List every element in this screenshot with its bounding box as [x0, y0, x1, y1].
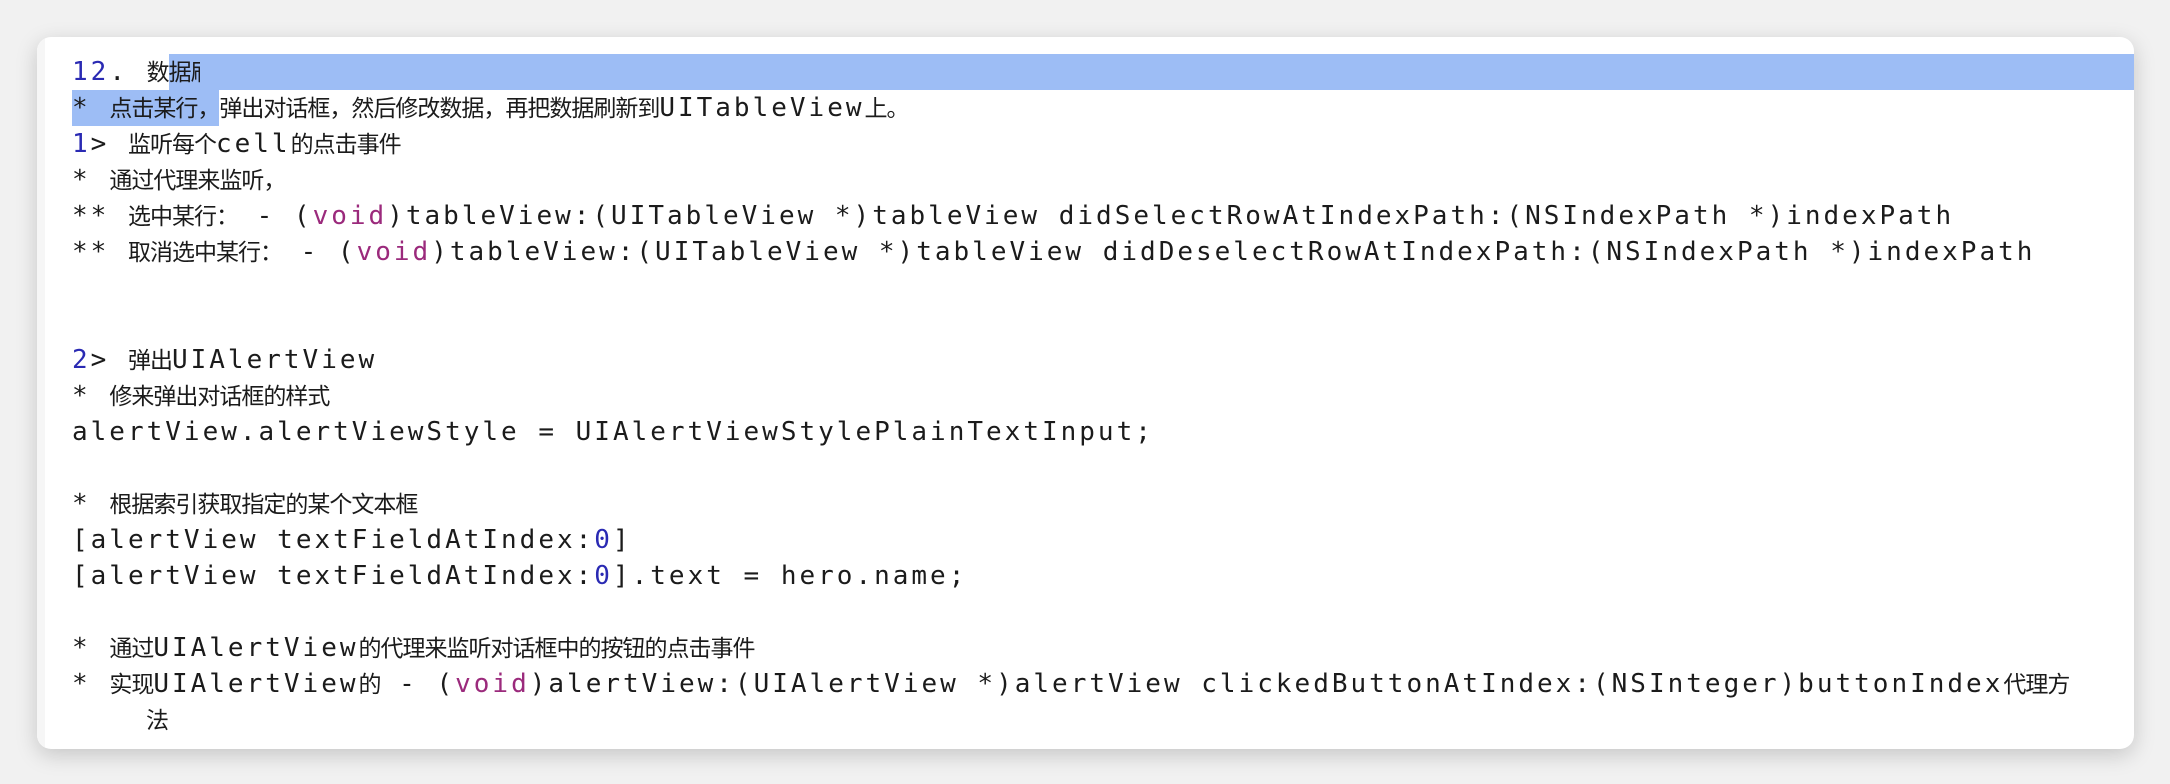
text-line[interactable]: ** 选中某行： - (void)tableView:(UITableView …	[72, 198, 2134, 234]
text-line[interactable]: * 通过代理来监听，	[72, 162, 2134, 198]
selection-highlight	[199, 54, 2134, 90]
blank-line[interactable]	[72, 270, 2134, 306]
text-token: ].text = hero.name;	[612, 561, 968, 591]
text-token: 弹出对话框，然后修改数据，再把数据刷新到UITableView上。	[219, 93, 909, 123]
text-line[interactable]: * 实现UIAlertView的 - (void)alertView:(UIAl…	[72, 666, 2134, 702]
blank-line[interactable]	[72, 306, 2134, 342]
number-token: 1	[72, 129, 91, 159]
document-window: 12. 数据刷新* 点击某行，弹出对话框，然后修改数据，再把数据刷新到UITab…	[37, 37, 2134, 749]
number-token: 0	[594, 525, 613, 555]
text-token: . 数	[109, 57, 169, 87]
text-line[interactable]: 2 > 弹出UIAlertView	[72, 342, 2134, 378]
text-token: > 监听每个cell的点击事件	[90, 129, 402, 159]
text-line[interactable]: * 根据索引获取指定的某个文本框	[72, 486, 2134, 522]
text-token: * 根据索引获取指定的某个文本框	[72, 489, 418, 519]
text-token: ** 选中某行： - (	[72, 201, 313, 231]
number-token: 0	[594, 561, 613, 591]
text-token: )tableView:(UITableView *)tableView didS…	[387, 201, 1955, 231]
text-line[interactable]: alertView.alertViewStyle = UIAlertViewSt…	[72, 414, 2134, 450]
text-line[interactable]: * 修来弹出对话框的样式	[72, 378, 2134, 414]
text-line[interactable]: ** 取消选中某行： - (void)tableView:(UITableVie…	[72, 234, 2134, 270]
text-line[interactable]: 1 > 监听每个cell的点击事件	[72, 126, 2134, 162]
text-token: * 通过UIAlertView的代理来监听对话框中的按钮的点击事件	[72, 633, 756, 663]
text-token: * 实现UIAlertView的 - (	[72, 669, 456, 699]
keyword-token: void	[455, 669, 530, 699]
text-token: )alertView:(UIAlertView *)alertView clic…	[529, 669, 2071, 699]
text-line[interactable]: [alertView textFieldAtIndex: 0].text = he…	[72, 558, 2134, 594]
text-token: * 通过代理来监听，	[72, 165, 286, 195]
text-token: > 弹出UIAlertView	[90, 345, 378, 375]
text-line[interactable]: [alertView textFieldAtIndex: 0]	[72, 522, 2134, 558]
text-token: ** 取消选中某行： - (	[72, 237, 357, 267]
text-line[interactable]: 12. 数据刷新	[72, 54, 2134, 90]
keyword-token: void	[356, 237, 432, 267]
blank-line[interactable]	[72, 450, 2134, 486]
text-editor[interactable]: 12. 数据刷新* 点击某行，弹出对话框，然后修改数据，再把数据刷新到UITab…	[72, 54, 2134, 738]
selected-text: * 点击某行，	[72, 90, 220, 126]
number-token: 2	[72, 345, 91, 375]
text-token: [alertView textFieldAtIndex:	[72, 561, 595, 591]
text-token: ]	[612, 525, 632, 555]
number-token: 12	[72, 57, 110, 87]
keyword-token: void	[312, 201, 388, 231]
blank-line[interactable]	[72, 594, 2134, 630]
text-line[interactable]: * 点击某行， 弹出对话框，然后修改数据，再把数据刷新到UITableView上。	[72, 90, 2134, 126]
text-token: )tableView:(UITableView *)tableView didD…	[431, 237, 2036, 267]
text-token: * 修来弹出对话框的样式	[72, 381, 330, 411]
text-token: [alertView textFieldAtIndex:	[72, 525, 595, 555]
text-token: alertView.alertViewStyle = UIAlertViewSt…	[72, 417, 1154, 447]
text-line[interactable]: * 通过UIAlertView的代理来监听对话框中的按钮的点击事件	[72, 630, 2134, 666]
text-line[interactable]: 法	[72, 702, 2134, 738]
text-token: 法	[146, 708, 169, 734]
line-number-gutter	[37, 37, 45, 749]
